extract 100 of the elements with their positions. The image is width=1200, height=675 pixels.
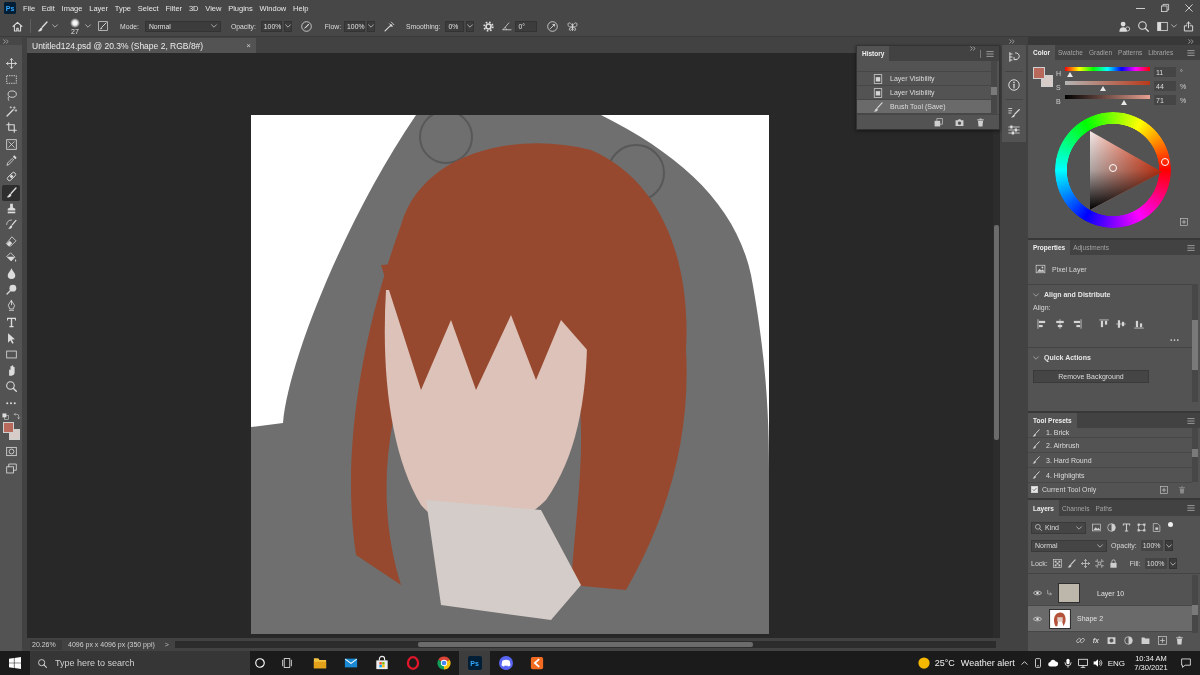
weather-alert[interactable]: Weather alert (960, 658, 1015, 668)
scrollbar[interactable] (1192, 428, 1198, 482)
search-field[interactable]: Type here to search (30, 651, 250, 675)
folder-icon[interactable] (1141, 635, 1150, 645)
brush-icon[interactable] (37, 20, 48, 32)
artboard-icon[interactable] (1094, 559, 1104, 568)
mask-icon[interactable] (1107, 635, 1116, 645)
temperature[interactable]: 25°C (934, 658, 955, 668)
share-icon[interactable] (1183, 20, 1194, 32)
horizontal-scrollbar[interactable] (174, 641, 996, 648)
align-left-icon[interactable] (1037, 319, 1047, 329)
dropdown-button[interactable] (1164, 540, 1173, 551)
checkerboard-icon[interactable] (1052, 559, 1062, 568)
foreground-color-swatch[interactable] (2, 422, 14, 434)
more-icon[interactable] (1170, 339, 1179, 342)
menu-icon[interactable] (1187, 49, 1195, 56)
history-icon[interactable] (1008, 51, 1020, 63)
close-tab-button[interactable]: × (246, 41, 251, 50)
menu-icon[interactable] (1187, 505, 1195, 511)
foreground-color-swatch[interactable] (1033, 67, 1045, 79)
collapse-icon[interactable] (970, 46, 976, 51)
eye-icon[interactable] (1033, 590, 1042, 596)
dropdown-button[interactable] (466, 20, 475, 32)
scrollbar[interactable] (1192, 284, 1198, 402)
menu-icon[interactable] (1187, 244, 1195, 251)
search-icon[interactable] (1138, 20, 1149, 32)
minimize-icon[interactable] (1136, 7, 1145, 9)
brush-settings-icon[interactable] (98, 21, 108, 31)
dropdown-button[interactable] (367, 20, 376, 32)
dropdown-button[interactable] (1168, 558, 1177, 569)
eye-icon[interactable] (1033, 615, 1042, 622)
brush-settings-icon[interactable] (1008, 107, 1020, 119)
half-circle-icon[interactable] (1124, 635, 1133, 645)
link-icon[interactable] (1075, 635, 1085, 645)
align-bottom-icon[interactable] (1133, 319, 1144, 329)
chevron-up-icon[interactable] (1020, 661, 1028, 665)
align-right-icon[interactable] (1072, 319, 1082, 329)
move-icon[interactable] (1080, 559, 1090, 568)
shape-icon[interactable] (1137, 523, 1146, 532)
new-document-icon[interactable] (934, 117, 943, 127)
collapse-icon[interactable] (3, 38, 9, 44)
camera-icon[interactable] (955, 117, 964, 127)
image-filter-icon[interactable] (1092, 523, 1101, 532)
screen-mode-icon[interactable] (5, 463, 17, 475)
padlock-icon[interactable] (1108, 559, 1118, 568)
close-icon[interactable] (1185, 4, 1193, 12)
windows-logo-icon[interactable] (9, 657, 21, 669)
align-center-icon[interactable] (1054, 319, 1065, 329)
notification-icon[interactable] (1181, 658, 1191, 668)
saturation-slider[interactable] (1065, 81, 1150, 91)
caret-icon[interactable] (52, 24, 58, 28)
collapse-icon[interactable] (1009, 38, 1015, 44)
align-top-icon[interactable] (1098, 319, 1109, 329)
background-color-swatch[interactable] (8, 429, 20, 441)
phone-icon[interactable] (1032, 658, 1043, 668)
tool-button[interactable] (2, 184, 20, 201)
cloud-icon[interactable] (1047, 658, 1058, 668)
circle-icon[interactable] (255, 658, 265, 668)
speaker-icon[interactable] (1092, 658, 1103, 668)
new-layer-icon[interactable] (1158, 635, 1167, 645)
trash-icon[interactable] (976, 117, 985, 127)
info-icon[interactable] (1008, 79, 1020, 91)
brightness-slider[interactable] (1065, 95, 1150, 105)
half-circle-icon[interactable] (1107, 523, 1116, 532)
restore-icon[interactable] (1161, 4, 1169, 12)
language-indicator[interactable]: ENG (1107, 658, 1125, 668)
caret-icon[interactable] (1171, 24, 1177, 28)
pressure-icon[interactable] (300, 20, 312, 32)
workspace-icon[interactable] (1157, 20, 1168, 32)
document-tab[interactable]: Untitled124.psd @ 20.3% (Shape 2, RGB/8#) × (27, 38, 256, 53)
menu-icon[interactable] (986, 50, 994, 57)
pressure-size-icon[interactable] (547, 20, 559, 32)
scrollbar[interactable] (991, 61, 997, 114)
profile-icon[interactable] (1119, 20, 1130, 32)
dropdown-button[interactable] (283, 20, 292, 32)
airbrush-icon[interactable] (384, 20, 396, 32)
default-colors-icon[interactable] (2, 413, 9, 421)
network-icon[interactable] (1077, 658, 1088, 668)
hue-slider[interactable] (1065, 67, 1150, 77)
filter-toggle-icon[interactable] (1168, 522, 1173, 527)
brush-icon[interactable] (1066, 559, 1076, 568)
add-icon[interactable] (1180, 218, 1188, 226)
microphone-icon[interactable] (1062, 658, 1073, 668)
type-icon[interactable] (1122, 523, 1131, 532)
quick-mask-icon[interactable] (5, 446, 17, 458)
home-icon[interactable] (12, 20, 23, 32)
trash-icon[interactable] (1175, 635, 1184, 645)
layer-thumbnail[interactable] (1049, 608, 1071, 629)
sliders-icon[interactable] (1008, 124, 1020, 136)
settings-icon[interactable] (483, 20, 495, 32)
layer-thumbnail[interactable] (1058, 583, 1080, 603)
checkbox[interactable] (1031, 486, 1038, 493)
task-view-icon[interactable] (282, 658, 292, 668)
align-middle-icon[interactable] (1116, 319, 1126, 329)
swap-icon[interactable] (13, 413, 20, 421)
butterfly-icon[interactable] (567, 20, 579, 32)
scrollbar[interactable] (1192, 575, 1198, 633)
new-preset-icon[interactable] (1160, 485, 1168, 494)
color-triangle[interactable] (1090, 131, 1162, 210)
collapse-icon[interactable] (1188, 38, 1194, 44)
